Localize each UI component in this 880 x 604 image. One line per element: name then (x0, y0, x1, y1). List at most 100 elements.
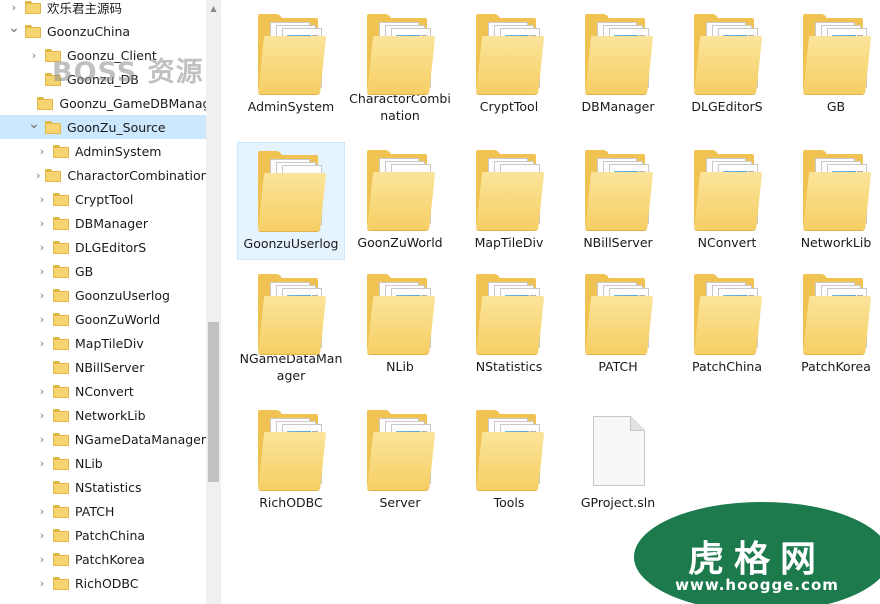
tree-item[interactable]: › NGameDataManager (0, 427, 206, 451)
folder-item[interactable]: NLib (346, 266, 454, 384)
folder-item[interactable]: Server (346, 402, 454, 520)
folder-icon (53, 552, 69, 566)
folder-item[interactable]: NGameDataManager (237, 266, 345, 384)
chevron-right-icon[interactable]: › (36, 427, 48, 451)
folder-docs-icon (694, 14, 763, 96)
folder-item[interactable]: PATCH (564, 266, 672, 384)
folder-docs-icon (258, 410, 327, 492)
folder-item[interactable]: ⚙ GoonZuWorld (346, 142, 454, 260)
folder-docs-icon (367, 14, 436, 94)
item-label: DLGEditorS (691, 99, 763, 114)
item-label: GProject.sln (580, 495, 656, 510)
folder-item[interactable]: NetworkLib (782, 142, 880, 260)
folder-item[interactable]: NBillServer (564, 142, 672, 260)
folder-item[interactable]: PatchKorea (782, 266, 880, 384)
folder-item[interactable]: DBManager (564, 6, 672, 124)
folder-empty-icon (258, 151, 327, 233)
tree-item[interactable]: › CryptTool (0, 187, 206, 211)
folder-item[interactable]: DLGEditorS (673, 6, 781, 124)
folder-item[interactable]: CryptTool (455, 6, 563, 124)
chevron-right-icon[interactable]: › (36, 403, 48, 427)
item-label: CharactorCombination (349, 91, 451, 123)
navigation-scrollbar[interactable]: ▲ (206, 0, 221, 604)
folder-docs-icon (476, 410, 545, 492)
chevron-right-icon[interactable]: › (36, 331, 48, 355)
tree-item-label: GoonZuWorld (75, 311, 161, 327)
tree-item[interactable]: › RichODBC (0, 571, 206, 595)
chevron-right-icon[interactable]: › (36, 523, 48, 547)
tree-item[interactable]: ›Goonzu_GameDBManager (0, 91, 206, 115)
folder-item[interactable]: NStatistics (455, 266, 563, 384)
tree-item[interactable]: › NConvert (0, 379, 206, 403)
chevron-right-icon[interactable]: › (36, 283, 48, 307)
item-label: NGameDataManager (239, 351, 343, 383)
tree-item[interactable]: ›NBillServer (0, 355, 206, 379)
tree-item[interactable]: › DLGEditorS (0, 235, 206, 259)
scrollbar-thumb[interactable] (208, 322, 219, 482)
tree-item[interactable]: › GB (0, 259, 206, 283)
item-label: GoonzuUserlog (243, 236, 339, 251)
tree-item-label: GB (75, 263, 94, 279)
item-label: Server (379, 495, 421, 510)
chevron-right-icon[interactable]: › (36, 163, 40, 187)
folder-item[interactable]: NConvert (673, 142, 781, 260)
chevron-right-icon[interactable]: › (8, 0, 20, 19)
chevron-right-icon[interactable]: › (28, 43, 40, 67)
folder-item[interactable]: GoonzuUserlog (237, 142, 345, 260)
chevron-down-icon[interactable]: ⌄ (8, 19, 20, 40)
tree-item-label: RichODBC (75, 575, 139, 591)
tree-item[interactable]: › GoonZuWorld (0, 307, 206, 331)
tree-item[interactable]: › MapTileDiv (0, 331, 206, 355)
folder-item[interactable]: Tools (455, 402, 563, 520)
folder-docs-icon (367, 410, 436, 492)
tree-item[interactable]: ›NStatistics (0, 475, 206, 499)
tree-item[interactable]: › CharactorCombination (0, 163, 206, 187)
tree-item-label: 欢乐君主源码 (47, 0, 123, 16)
folder-item[interactable]: AdminSystem (237, 6, 345, 124)
folder-icon (53, 360, 69, 374)
tree-item[interactable]: › GoonzuUserlog (0, 283, 206, 307)
chevron-down-icon[interactable]: ⌄ (28, 115, 40, 136)
tree-item[interactable]: › 欢乐君主源码 (0, 0, 206, 19)
tree-item[interactable]: › DBManager (0, 211, 206, 235)
folder-icon (53, 456, 69, 470)
tree-item-label: PatchKorea (75, 551, 145, 567)
tree-item-label: CryptTool (75, 191, 134, 207)
chevron-right-icon[interactable]: › (36, 211, 48, 235)
tree-item-label: PATCH (75, 503, 115, 519)
folder-item[interactable]: PatchChina (673, 266, 781, 384)
chevron-right-icon[interactable]: › (36, 139, 48, 163)
folder-item[interactable]: RichODBC (237, 402, 345, 520)
tree-item[interactable]: › NLib (0, 451, 206, 475)
folder-item[interactable]: CharactorCombination (346, 6, 454, 124)
folder-item[interactable]: GB (782, 6, 880, 124)
chevron-right-icon[interactable]: › (36, 571, 48, 595)
chevron-right-icon[interactable]: › (36, 187, 48, 211)
chevron-right-icon[interactable]: › (36, 499, 48, 523)
scroll-up-arrow-icon[interactable]: ▲ (206, 0, 221, 16)
folder-icon (53, 504, 69, 518)
item-label: DBManager (581, 99, 655, 114)
chevron-right-icon[interactable]: › (36, 451, 48, 475)
tree-item[interactable]: › PatchChina (0, 523, 206, 547)
chevron-right-icon[interactable]: › (36, 235, 48, 259)
tree-item-label: NetworkLib (75, 407, 146, 423)
chevron-right-icon[interactable]: › (36, 307, 48, 331)
item-label: PATCH (598, 359, 638, 374)
tree-item[interactable]: ⌄ GoonZu_Source (0, 115, 206, 139)
folder-icon (53, 408, 69, 422)
tree-item[interactable]: › AdminSystem (0, 139, 206, 163)
chevron-right-icon[interactable]: › (36, 547, 48, 571)
folder-item[interactable]: MapTileDiv (455, 142, 563, 260)
tree-item[interactable]: ⌄ GoonzuChina (0, 19, 206, 43)
folder-docs-icon (258, 14, 327, 96)
item-label: NBillServer (583, 235, 653, 250)
chevron-right-icon[interactable]: › (36, 259, 48, 283)
file-item[interactable]: GProject.sln (564, 402, 672, 520)
tree-item[interactable]: › NetworkLib (0, 403, 206, 427)
chevron-right-icon[interactable]: › (36, 379, 48, 403)
tree-item[interactable]: › PATCH (0, 499, 206, 523)
tree-item[interactable]: › PatchKorea (0, 547, 206, 571)
folder-icon (53, 144, 69, 158)
folder-icon (53, 264, 69, 278)
